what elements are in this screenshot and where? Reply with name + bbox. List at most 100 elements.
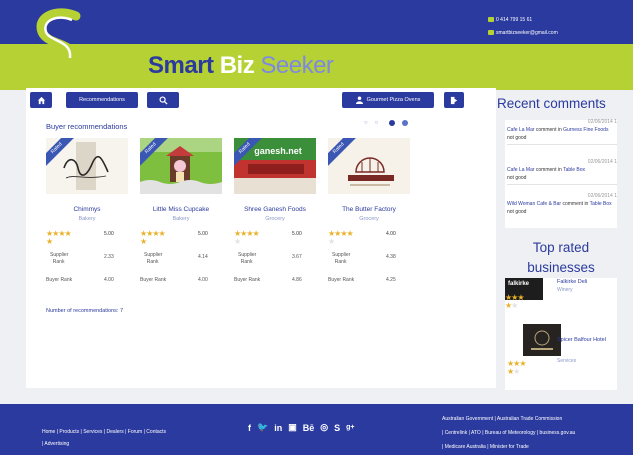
recommendations-count[interactable]: Number of recommendations: 7 [46, 308, 123, 314]
business-image: Rated [140, 138, 222, 194]
pager-dot[interactable]: ○ [375, 120, 379, 126]
comment-verb: comment [562, 201, 584, 207]
googleplus-icon[interactable]: g+ [346, 424, 354, 431]
phone-number: 0 414 799 15 61 [496, 17, 533, 23]
comment-date: 02/06/2014 1 [587, 119, 617, 125]
pager-dot[interactable] [402, 120, 409, 126]
linkedin-icon[interactable]: in [274, 423, 282, 433]
recommendations-button[interactable]: Recommendations [66, 92, 138, 108]
star-rating: ★★★★★ [140, 229, 166, 246]
footer-nav-links[interactable]: Home | Products | Services | Dealers | F… [42, 426, 166, 438]
contact-info: 0 414 799 15 61 smartbizseeker@gmail.com [488, 14, 558, 40]
pager-dot-active[interactable] [389, 120, 396, 126]
comment-verb: comment [535, 127, 557, 133]
business-category: Bakery [78, 216, 96, 222]
email-address[interactable]: smartbizseeker@gmail.com [496, 30, 558, 36]
business-card[interactable]: Rated The Butter Factory Grocery ★★★★ ★ 4… [328, 138, 410, 298]
comment-target[interactable]: Gurness Fine Foods [563, 127, 608, 133]
search-button[interactable] [147, 92, 179, 108]
comment-text: not good [507, 209, 527, 215]
business-thumb[interactable] [523, 324, 561, 356]
behance-icon[interactable]: Bē [303, 423, 315, 433]
top-business-category: Winery [557, 287, 573, 293]
star-rating: ★★★★★ [234, 229, 260, 246]
supplier-rank-value: 4.14 [198, 254, 208, 260]
business-name[interactable]: Little Miss Cupcake [140, 206, 222, 213]
account-name: Gourmet Pizza Ovens [366, 97, 421, 103]
email-row[interactable]: smartbizseeker@gmail.com [488, 27, 558, 40]
home-icon [37, 96, 45, 104]
top-business-name[interactable]: Spicer Balfour Hotel [557, 336, 606, 344]
star-rating: ★★★★★ [328, 229, 354, 246]
comment-item[interactable]: 02/06/2014 1 Cafe La Mar comment in Tabl… [507, 158, 617, 185]
comment-text: not good [507, 175, 527, 181]
phone-icon [488, 17, 494, 23]
business-name[interactable]: Chimmys [46, 206, 128, 213]
email-icon [488, 30, 494, 36]
rating-value: 4.00 [386, 231, 396, 237]
business-name[interactable]: The Butter Factory [328, 206, 410, 213]
top-business-name[interactable]: Falkirke Deli [557, 278, 587, 286]
business-card[interactable]: ganesh.net Rated Shree Ganesh Foods Groc… [234, 138, 316, 298]
comment-target[interactable]: Table Box [563, 167, 585, 173]
account-button[interactable]: Gourmet Pizza Ovens [342, 92, 434, 108]
footer-gov-line-2[interactable]: | Centrelink | ATO | Bureau of Meteorolo… [442, 426, 575, 440]
business-image: Rated [328, 138, 410, 194]
divider [507, 184, 617, 185]
comment-author[interactable]: Wild Woman Cafe & Bar [507, 201, 561, 207]
supplier-rank-label: Supplier Rank [238, 252, 257, 265]
user-icon [355, 96, 363, 104]
rating-value: 5.00 [198, 231, 208, 237]
logout-button[interactable] [444, 92, 464, 108]
buyer-rank-label: Buyer Rank [234, 277, 261, 283]
buyer-rank-value: 4.00 [198, 277, 208, 283]
pinterest-icon[interactable]: ◎ [320, 422, 328, 433]
business-category: Grocery [265, 216, 285, 222]
social-links: f 🐦 in ▣ Bē ◎ S g+ [248, 422, 355, 433]
logout-icon [450, 96, 457, 104]
comment-target[interactable]: Table Box [590, 201, 612, 207]
supplier-rank-label: Supplier Rank [50, 252, 69, 265]
carousel-pager: ○ ○ [364, 120, 409, 126]
footer-gov-line-3[interactable]: | Medicare Australia | Minister for Trad… [442, 440, 575, 454]
nav-bar: Recommendations Gourmet Pizza Ovens [26, 88, 496, 114]
supplier-rank-value: 4.38 [386, 254, 396, 260]
footer-government-links[interactable]: Australian Government | Australian Trade… [442, 412, 575, 454]
supplier-rank-label: Supplier Rank [332, 252, 351, 265]
home-button[interactable] [30, 92, 52, 108]
section-title: Buyer recommendations [46, 122, 128, 131]
pager-dot[interactable]: ○ [364, 120, 368, 126]
brand-word-smart: Smart [148, 52, 214, 79]
footer-links[interactable]: Home | Products | Services | Dealers | F… [42, 426, 166, 450]
main-panel: Recommendations Gourmet Pizza Ovens Buye… [26, 88, 496, 388]
buyer-rank-value: 4.00 [104, 277, 114, 283]
skype-icon[interactable]: S [334, 423, 340, 433]
star-rating: ★★★★★ [505, 293, 524, 310]
top-rated-title: Top rated businesses [527, 240, 595, 275]
svg-text:ganesh.net: ganesh.net [254, 146, 302, 156]
business-category: Bakery [172, 216, 190, 222]
site-footer: Home | Products | Services | Dealers | F… [0, 404, 633, 455]
comment-author[interactable]: Cafe La Mar [507, 167, 535, 173]
business-name[interactable]: Shree Ganesh Foods [234, 206, 316, 213]
business-card[interactable]: Rated Chimmys Bakery ★★★★ ★ 5.00 Supplier… [46, 138, 128, 298]
comment-item[interactable]: 02/06/2014 1 Wild Woman Cafe & Bar comme… [507, 192, 617, 216]
comment-date: 02/06/2014 1 [587, 159, 617, 165]
footer-gov-line-1[interactable]: Australian Government | Australian Trade… [442, 412, 575, 426]
brand-title[interactable]: Smart Biz Seeker [148, 52, 334, 80]
comment-author[interactable]: Cafe La Mar [507, 127, 535, 133]
comment-verb: comment [535, 167, 557, 173]
search-icon [158, 95, 168, 105]
comment-item[interactable]: 02/06/2014 1 Cafe La Mar comment in Gurn… [507, 118, 617, 145]
twitter-icon[interactable]: 🐦 [257, 422, 268, 433]
footer-advertising-link[interactable]: | Advertising [42, 438, 166, 450]
buyer-rank-label: Buyer Rank [140, 277, 167, 283]
instagram-icon[interactable]: ▣ [288, 422, 297, 433]
brand-word-seeker: Seeker [260, 52, 334, 79]
rating-value: 5.00 [292, 231, 302, 237]
business-image: Rated [46, 138, 128, 194]
recent-comments-list: 02/06/2014 1 Cafe La Mar comment in Gurn… [505, 118, 617, 228]
facebook-icon[interactable]: f [248, 423, 251, 433]
business-card[interactable]: Rated Little Miss Cupcake Bakery ★★★★ ★ 5… [140, 138, 222, 298]
thumb-logo-text: falkirke [508, 281, 530, 287]
